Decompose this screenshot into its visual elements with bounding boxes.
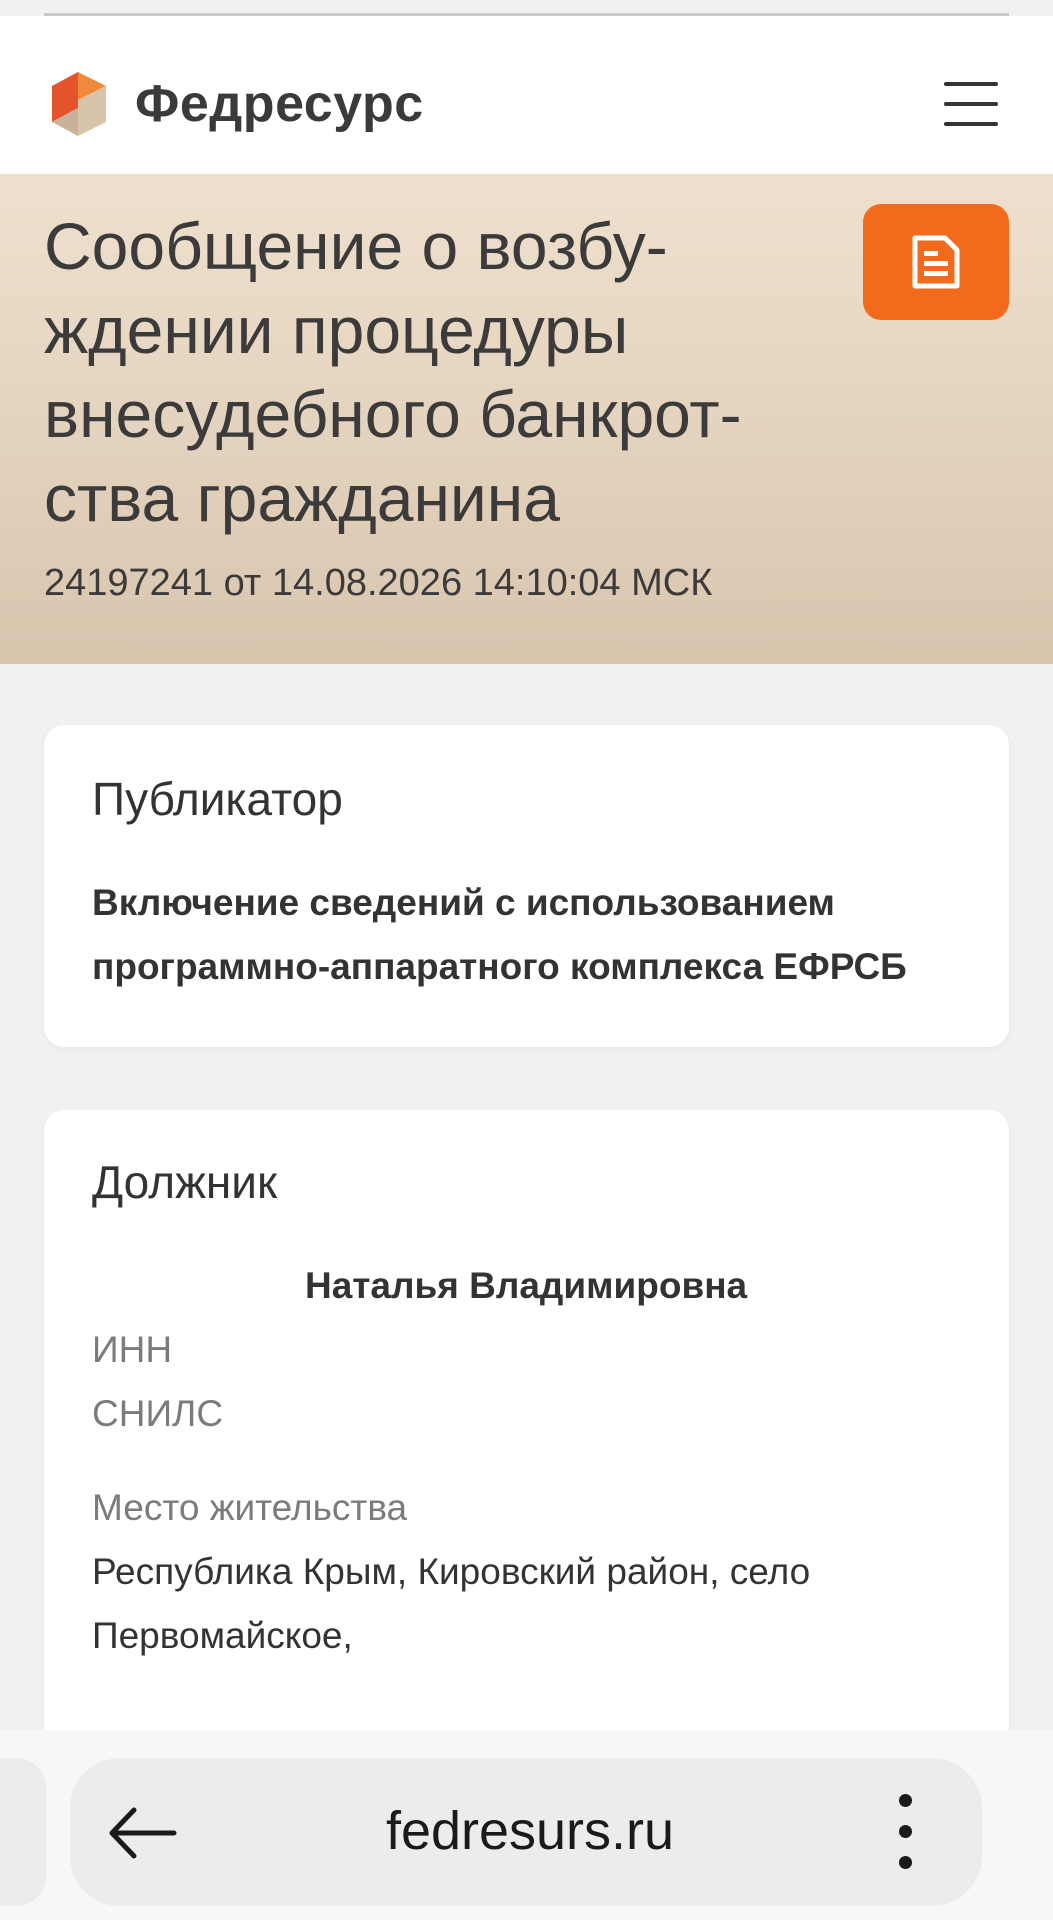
site-header: Федресурс (0, 16, 1053, 174)
publisher-text-line: Включение сведений с использованием (92, 882, 835, 923)
inn-label: ИНН (92, 1329, 173, 1370)
title-line: ства гражданина (44, 461, 560, 535)
hamburger-menu-icon[interactable] (944, 82, 998, 126)
debtor-card: Должник Наталья Владимировна ИНН СНИЛС М… (44, 1110, 1009, 1810)
publisher-heading: Публикатор (92, 773, 343, 825)
arrow-left-icon[interactable] (104, 1798, 180, 1868)
previous-tab-edge[interactable] (0, 1758, 46, 1906)
message-number-date: 24197241 от 14.08.2026 14:10:04 МСК (44, 562, 713, 604)
message-hero: Сообщение о возбу- ждении процедуры внес… (0, 174, 1053, 664)
browser-bottom-bar: fedresurs.ru (0, 1730, 1053, 1920)
title-line: внесудебного банкрот- (44, 377, 742, 451)
title-line: ждении процедуры (44, 293, 629, 367)
page: Федресурс Сообщение о возбу- ждении проц… (0, 0, 1053, 1920)
residence-label: Место жительства (92, 1487, 408, 1528)
fedresurs-logo-icon[interactable] (48, 70, 110, 136)
publisher-card: Публикатор Включение сведений с использо… (44, 725, 1009, 1047)
document-icon (912, 235, 960, 289)
residence-address-line: Первомайское, (92, 1615, 353, 1656)
address-bar: fedresurs.ru (70, 1758, 982, 1906)
more-vertical-icon[interactable] (890, 1794, 920, 1870)
logo-text[interactable]: Федресурс (135, 74, 424, 134)
snils-label: СНИЛС (92, 1393, 224, 1434)
residence-address-line: Республика Крым, Кировский район, село (92, 1551, 811, 1592)
publisher-text-line: программно-аппаратного комплекса ЕФРСБ (92, 946, 907, 987)
debtor-heading: Должник (92, 1156, 278, 1208)
title-line: Сообщение о возбу- (44, 209, 668, 283)
message-title: Сообщение о возбу- ждении процедуры внес… (44, 204, 864, 540)
url-text[interactable]: fedresurs.ru (290, 1798, 770, 1864)
document-button[interactable] (863, 204, 1009, 320)
debtor-name: Наталья Владимировна (305, 1265, 748, 1306)
